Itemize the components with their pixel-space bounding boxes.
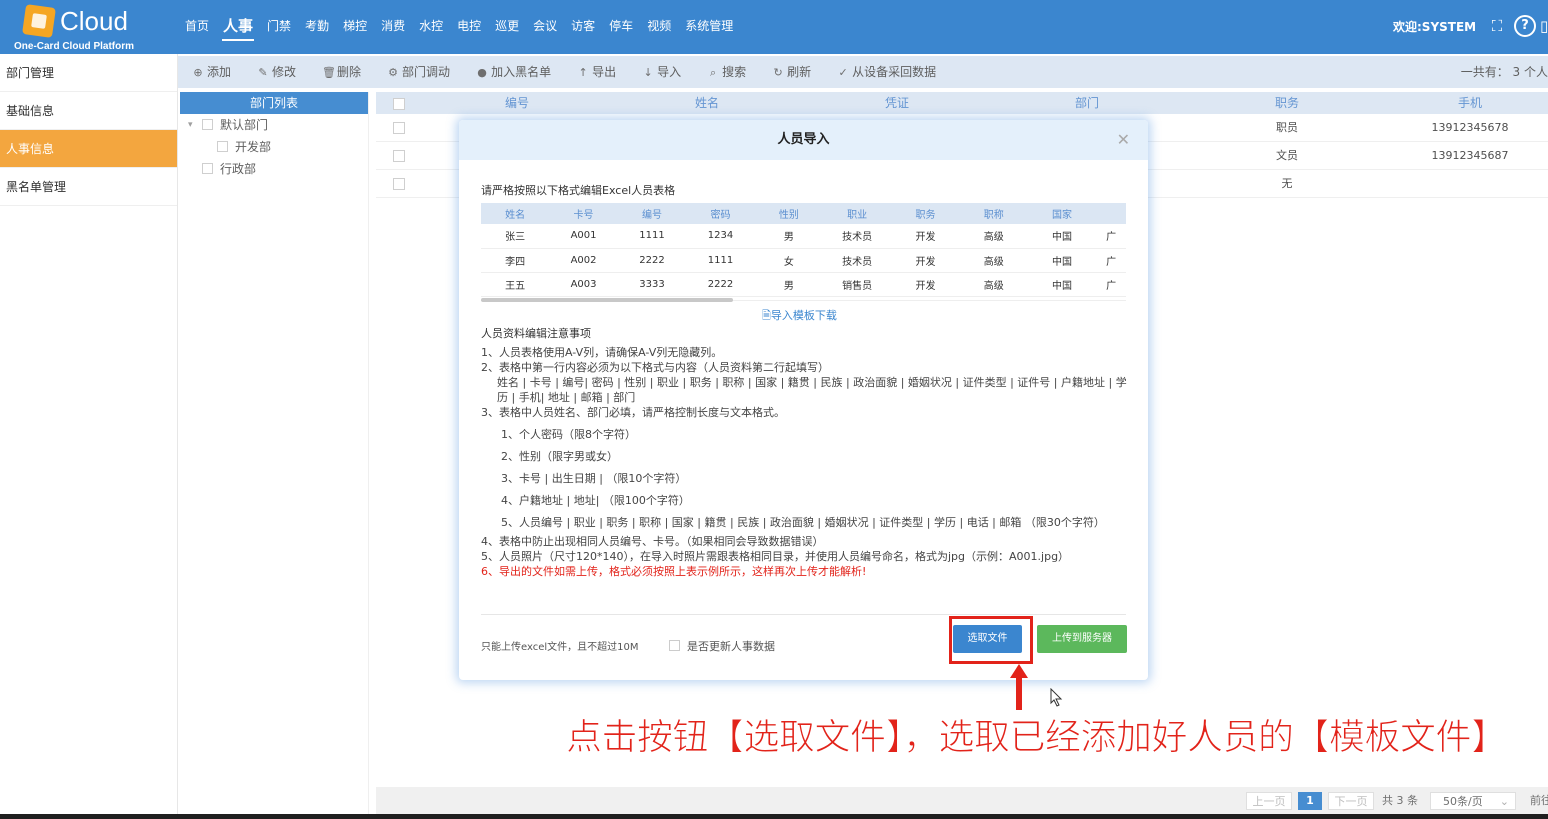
brand-subtitle: One-Card Cloud Platform <box>14 41 135 52</box>
example-cell: 1234 <box>686 224 755 249</box>
brand-name: Cloud <box>60 6 128 36</box>
note-3-item: 5、人员编号 | 职业 | 职务 | 职称 | 国家 | 籍贯 | 民族 | 政… <box>501 516 1105 529</box>
update-hr-data-checkbox[interactable]: 是否更新人事数据 <box>669 638 775 654</box>
format-intro: 请严格按照以下格式编辑Excel人员表格 <box>481 184 676 197</box>
example-cell: 3333 <box>617 272 687 297</box>
nav-item[interactable]: 水控 <box>412 0 450 54</box>
help-icon[interactable]: ? <box>1514 15 1536 37</box>
example-row: 张三 A001 1111 1234 男技术员 开发 高级 中国广 <box>481 224 1126 249</box>
fullscreen-icon[interactable]: ⛶ <box>1486 15 1508 37</box>
tutorial-caption: 点击按钮【选取文件】，选取已经添加好人员的【模板文件】 <box>566 717 1508 759</box>
highlight-box <box>949 616 1033 664</box>
example-table: 姓名 卡号 编号 密码 性别 职业 职务 职称 国家 张三 A001 1111 1234 男技术员 开发 高级… <box>481 203 1126 301</box>
main-nav: 首页 人事 门禁 考勤 梯控 消费 水控 电控 巡更 会议 访客 停车 视频 系统管理 <box>178 0 740 54</box>
checkbox-icon[interactable] <box>669 640 680 651</box>
nav-item[interactable]: 首页 <box>178 0 216 54</box>
nav-item[interactable]: 消费 <box>374 0 412 54</box>
example-cell: 高级 <box>959 248 1028 273</box>
logo-cube-icon <box>22 4 56 38</box>
nav-item[interactable]: 视频 <box>640 0 678 54</box>
example-cell: 开发 <box>891 224 960 249</box>
example-cell: 女 <box>754 248 824 273</box>
note-4: 4、表格中防止出现相同人员编号、卡号。（如果相同会导致数据错误） <box>481 535 824 548</box>
example-column-header: 职业 <box>823 203 892 224</box>
example-cell: 中国 <box>1027 272 1097 297</box>
example-cell: 技术员 <box>823 224 892 249</box>
nav-item[interactable]: 门禁 <box>260 0 298 54</box>
example-cell: 2222 <box>617 248 687 273</box>
nav-item[interactable]: 系统管理 <box>678 0 740 54</box>
example-cell: 王五 <box>481 272 550 297</box>
nav-item[interactable]: 人事 <box>216 0 260 54</box>
mouse-cursor-icon <box>1050 688 1063 707</box>
import-notes: 人员资料编辑注意事项 1、人员表格使用A-V列，请确保A-V列无隐藏列。 2、表… <box>481 326 1131 579</box>
example-column-header: 性别 <box>754 203 824 224</box>
example-cell: 李四 <box>481 248 550 273</box>
example-column-header: 编号 <box>617 203 687 224</box>
brand-logo[interactable]: Cloud One-Card Cloud Platform <box>14 4 146 52</box>
example-cell: 1111 <box>686 248 755 273</box>
example-cell: 广 <box>1096 224 1126 249</box>
top-bar: Cloud One-Card Cloud Platform 首页 人事 门禁 考勤 梯控… <box>0 0 1548 54</box>
template-download-link[interactable]: 🗎导入模板下载 <box>762 307 837 326</box>
notes-title: 人员资料编辑注意事项 <box>481 327 591 340</box>
example-table-scrollbar[interactable] <box>481 298 733 302</box>
nav-item[interactable]: 巡更 <box>488 0 526 54</box>
note-6-warning: 6、导出的文件如需上传，格式必须按照上表示例所示，这样再次上传才能解析! <box>481 565 867 578</box>
import-dialog: 人员导入 ✕ 请严格按照以下格式编辑Excel人员表格 姓名 卡号 编号 密码 性别 职业… <box>459 120 1148 680</box>
example-cell: 销售员 <box>823 272 892 297</box>
example-cell: 高级 <box>959 272 1028 297</box>
note-3-item: 2、性别（限字男或女） <box>501 450 618 463</box>
note-3-item: 1、个人密码（限8个字符） <box>501 428 636 441</box>
example-row: 李四 A002 2222 1111 女技术员 开发 高级 中国广 <box>481 248 1126 273</box>
note-1: 1、人员表格使用A-V列，请确保A-V列无隐藏列。 <box>481 346 723 359</box>
close-icon[interactable]: ✕ <box>1117 120 1130 160</box>
example-row: 王五 A003 3333 2222 男销售员 开发 高级 中国广 <box>481 272 1126 297</box>
example-cell: A001 <box>549 224 618 249</box>
example-cell: 开发 <box>891 272 960 297</box>
example-cell: A002 <box>549 248 618 273</box>
note-5: 5、人员照片（尺寸120*140），在导入时照片需跟表格相同目录，并使用人员编号… <box>481 550 1070 563</box>
nav-item[interactable]: 停车 <box>602 0 640 54</box>
note-2-fields: 姓名 | 卡号 | 编号| 密码 | 性别 | 职业 | 职务 | 职称 | 国… <box>497 376 1127 404</box>
example-cell: 中国 <box>1027 224 1097 249</box>
divider <box>481 614 1126 615</box>
annotation-arrow-icon <box>1010 664 1028 710</box>
note-3-item: 3、卡号 | 出生日期 | （限10个字符） <box>501 472 687 485</box>
welcome-text: 欢迎:SYSTEM <box>1393 20 1477 34</box>
example-column-header: 卡号 <box>549 203 618 224</box>
example-cell: A003 <box>549 272 618 297</box>
example-column-header: 职务 <box>891 203 960 224</box>
nav-item[interactable]: 访客 <box>564 0 602 54</box>
example-column-header <box>1096 203 1126 224</box>
document-icon: 🗎 <box>762 309 771 322</box>
note-3: 3、表格中人员姓名、部门必填，请严格控制长度与文本格式。 <box>481 406 785 419</box>
nav-item[interactable]: 梯控 <box>336 0 374 54</box>
example-column-header: 姓名 <box>481 203 550 224</box>
example-cell: 1111 <box>617 224 687 249</box>
example-cell: 广 <box>1096 248 1126 273</box>
example-cell: 高级 <box>959 224 1028 249</box>
example-cell: 张三 <box>481 224 550 249</box>
example-cell: 广 <box>1096 272 1126 297</box>
upload-hint: 只能上传excel文件，且不超过10M <box>481 642 639 653</box>
upload-to-server-button[interactable]: 上传到服务器 <box>1037 625 1127 653</box>
example-cell: 男 <box>754 272 824 297</box>
example-column-header: 职称 <box>959 203 1028 224</box>
dialog-title: 人员导入 ✕ <box>459 120 1148 160</box>
note-3-item: 4、户籍地址 | 地址| （限100个字符） <box>501 494 690 507</box>
example-cell: 中国 <box>1027 248 1097 273</box>
nav-item[interactable]: 考勤 <box>298 0 336 54</box>
nav-item[interactable]: 会议 <box>526 0 564 54</box>
example-cell: 2222 <box>686 272 755 297</box>
example-cell: 技术员 <box>823 248 892 273</box>
example-column-header: 国家 <box>1027 203 1097 224</box>
example-column-header: 密码 <box>686 203 755 224</box>
logout-icon[interactable]: ▯ <box>1540 15 1548 37</box>
example-cell: 男 <box>754 224 824 249</box>
example-cell: 开发 <box>891 248 960 273</box>
note-2: 2、表格中第一行内容必须为以下格式与内容（人员资料第二行起填写） <box>481 361 829 374</box>
nav-item[interactable]: 电控 <box>450 0 488 54</box>
